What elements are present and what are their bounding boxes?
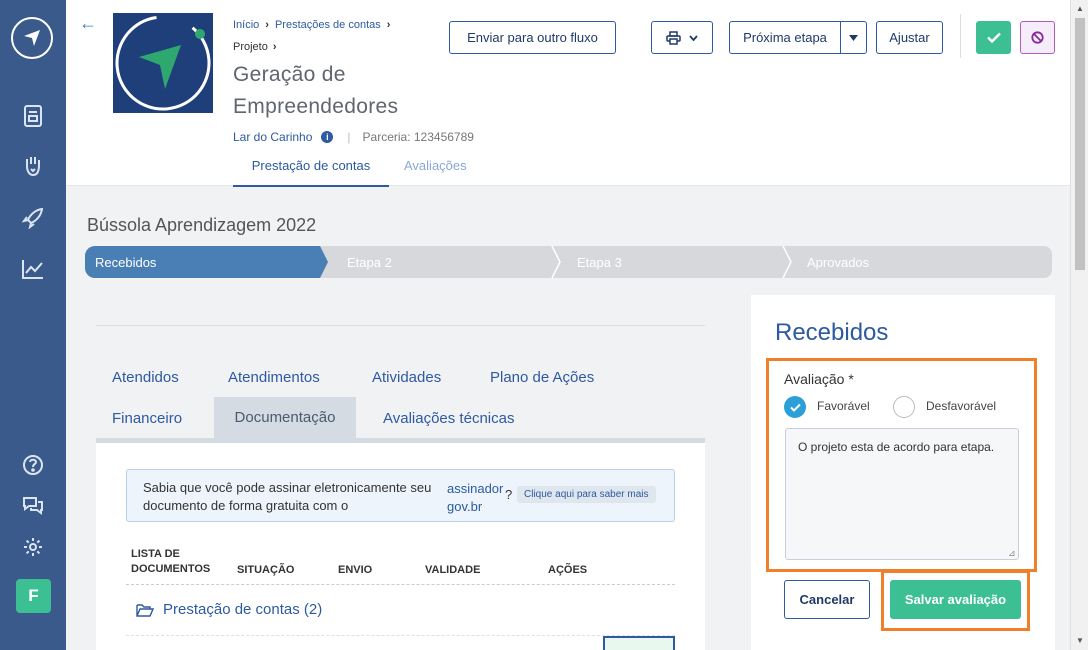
tab-activities[interactable]: Atividades xyxy=(372,369,441,386)
help-icon[interactable] xyxy=(20,452,46,478)
tab-evaluations[interactable]: Avaliações xyxy=(404,158,467,173)
print-button[interactable] xyxy=(651,21,713,54)
scroll-thumb[interactable] xyxy=(1075,18,1085,270)
workflow-stepper: Recebidos Etapa 2 Etapa 3 Aprovados xyxy=(85,246,1052,278)
page-scrollbar[interactable]: ▲ ▼ xyxy=(1070,0,1088,650)
row-divider xyxy=(126,635,675,636)
breadcrumb-project: Projeto › xyxy=(233,41,277,53)
project-header: ← Início › Prestações de contas › Projeto › … xyxy=(66,0,1070,187)
step-approved[interactable]: Aprovados xyxy=(807,255,869,270)
project-logo xyxy=(113,13,213,113)
document-folder-row[interactable]: Prestação de contas (2) xyxy=(136,601,322,618)
tab-documentation[interactable]: Documentação xyxy=(214,397,356,438)
govbr-signer-link[interactable]: assinador gov.br xyxy=(447,480,511,516)
tab-action-plan[interactable]: Plano de Ações xyxy=(490,369,594,386)
col-status: SITUAÇÃO xyxy=(237,564,295,576)
col-document-list: LISTA DE DOCUMENTOS xyxy=(131,548,211,575)
next-step-dropdown[interactable] xyxy=(840,21,867,54)
alert-text-line2: documento de forma gratuita com o xyxy=(143,498,349,513)
rocket-icon[interactable] xyxy=(20,205,46,231)
learn-more-button[interactable]: Clique aqui para saber mais xyxy=(517,486,656,503)
tab-accountability[interactable]: Prestação de contas xyxy=(233,158,389,187)
sidebar: F xyxy=(0,0,66,650)
chat-icon[interactable] xyxy=(20,492,46,518)
step-received[interactable]: Recebidos xyxy=(95,255,156,270)
radio-unfavorable[interactable] xyxy=(893,396,915,418)
tab-technical-evaluations[interactable]: Avaliações técnicas xyxy=(383,410,514,427)
back-arrow-icon[interactable]: ← xyxy=(79,13,97,34)
evaluation-label: Avaliação * xyxy=(784,371,854,387)
cancel-button[interactable]: Cancelar xyxy=(784,580,870,619)
evaluation-comment-input[interactable]: O projeto esta de acordo para etapa. xyxy=(785,428,1019,560)
divider xyxy=(96,325,705,326)
org-name[interactable]: Lar do Carinho xyxy=(233,130,312,144)
tab-attended[interactable]: Atendidos xyxy=(112,369,179,386)
project-meta: Lar do Carinho i | Parceria: 123456789 xyxy=(233,130,474,144)
divider xyxy=(960,14,961,58)
approve-button[interactable] xyxy=(976,21,1011,54)
hand-heart-icon[interactable] xyxy=(20,153,46,179)
alert-text-line1: Sabia que você pode assinar eletronicame… xyxy=(143,480,432,495)
chevron-down-icon xyxy=(689,34,698,41)
check-icon xyxy=(986,32,1001,43)
col-sent: ENVIO xyxy=(338,564,373,576)
adjust-button[interactable]: Ajustar xyxy=(876,21,943,54)
tab-services[interactable]: Atendimentos xyxy=(228,369,320,386)
col-validity: VALIDADE xyxy=(425,564,481,576)
tab-financial[interactable]: Financeiro xyxy=(112,410,182,427)
info-icon[interactable]: i xyxy=(321,131,334,143)
folder-open-icon xyxy=(136,603,154,617)
ban-icon xyxy=(1031,31,1044,44)
scroll-down-icon[interactable]: ▼ xyxy=(1076,636,1084,645)
breadcrumb-home[interactable]: Início xyxy=(233,19,259,31)
radio-favorable-label[interactable]: Favorável xyxy=(817,399,870,413)
info-alert: Sabia que você pode assinar eletronicame… xyxy=(126,469,675,522)
document-icon[interactable] xyxy=(20,103,46,129)
resize-grip-icon[interactable]: ⊿ xyxy=(1008,548,1016,559)
chart-icon[interactable] xyxy=(20,256,46,282)
section-title: Bússola Aprendizagem 2022 xyxy=(87,215,317,235)
folder-label: Prestação de contas (2) xyxy=(163,601,323,618)
table-header-divider xyxy=(126,584,675,585)
breadcrumb: Início › Prestações de contas › xyxy=(233,19,391,31)
gear-icon[interactable] xyxy=(20,534,46,560)
breadcrumb-accountability[interactable]: Prestações de contas xyxy=(275,19,381,31)
step-2[interactable]: Etapa 2 xyxy=(347,255,392,270)
project-title: Geração de Empreendedores xyxy=(233,63,399,118)
action-cell[interactable] xyxy=(603,636,675,650)
printer-icon xyxy=(666,30,681,45)
app-logo-icon[interactable] xyxy=(11,17,53,59)
scroll-up-icon[interactable]: ▲ xyxy=(1076,4,1084,13)
radio-favorable[interactable] xyxy=(784,396,806,418)
save-evaluation-button[interactable]: Salvar avaliação xyxy=(890,580,1021,619)
user-avatar[interactable]: F xyxy=(16,579,51,613)
check-icon xyxy=(789,403,801,412)
reject-button[interactable] xyxy=(1020,21,1055,54)
col-actions: AÇÕES xyxy=(548,564,588,576)
evaluation-card-title: Recebidos xyxy=(775,319,889,346)
next-step-button[interactable]: Próxima etapa xyxy=(729,21,841,54)
send-to-flow-button[interactable]: Enviar para outro fluxo xyxy=(449,21,616,54)
partnership-number: Parceria: 123456789 xyxy=(362,130,474,144)
alert-question-mark: ? xyxy=(505,487,513,502)
step-3[interactable]: Etapa 3 xyxy=(577,255,622,270)
radio-unfavorable-label[interactable]: Desfavorável xyxy=(926,399,996,413)
caret-down-icon xyxy=(849,34,858,41)
